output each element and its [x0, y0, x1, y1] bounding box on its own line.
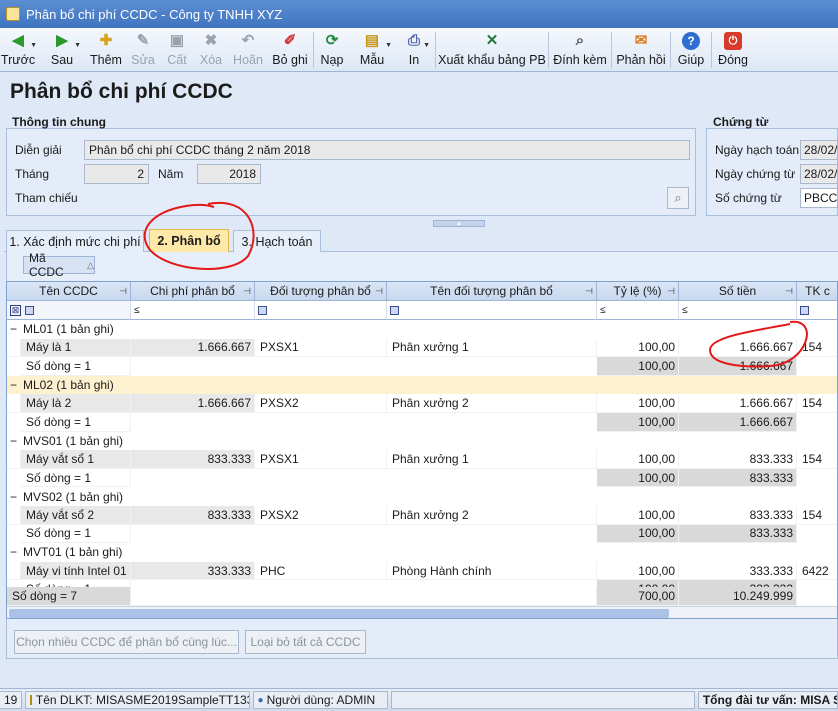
red-annotation-marks: [143, 201, 808, 368]
annotation-circle-amount: [708, 320, 808, 368]
annotation-circle-tab: [143, 201, 255, 270]
